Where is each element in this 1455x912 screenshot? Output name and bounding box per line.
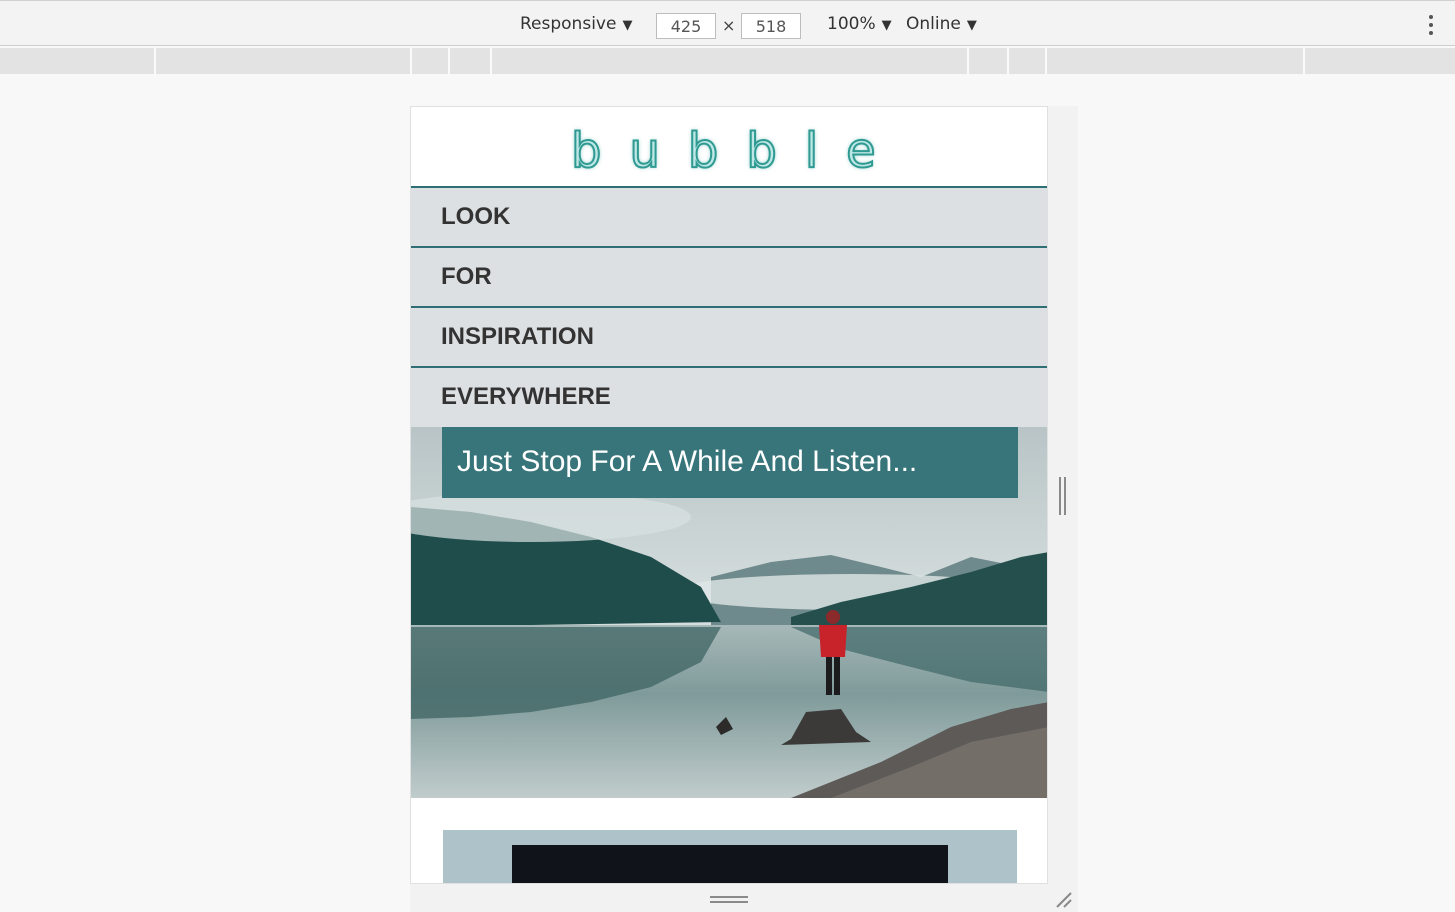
zoom-dropdown[interactable]: 100% ▼ xyxy=(827,14,892,34)
resize-handle-bottom[interactable] xyxy=(710,896,748,904)
chevron-down-icon: ▼ xyxy=(881,18,892,33)
resize-handle-right[interactable] xyxy=(1059,477,1067,515)
hero-caption: Just Stop For A While And Listen... xyxy=(442,427,1018,498)
media-query-segment[interactable] xyxy=(492,48,969,74)
network-label: Online xyxy=(906,14,961,34)
site-logo[interactable]: bubble xyxy=(570,122,904,180)
media-query-segment[interactable] xyxy=(1047,48,1305,74)
site-header: bubble xyxy=(411,107,1047,188)
media-query-segment[interactable] xyxy=(156,48,412,74)
nav-item-for[interactable]: FOR xyxy=(411,248,1047,308)
network-throttle-dropdown[interactable]: Online ▼ xyxy=(906,14,977,34)
resize-corner-icon[interactable] xyxy=(1053,889,1073,909)
device-viewport: bubble LOOK FOR INSPIRATION EVERYWHERE J… xyxy=(410,106,1048,884)
media-query-segment[interactable] xyxy=(969,48,1009,74)
chevron-down-icon: ▼ xyxy=(622,18,633,33)
media-query-segment[interactable] xyxy=(412,48,450,74)
device-toolbar: Responsive ▼ × 100% ▼ Online ▼ xyxy=(0,0,1455,46)
nav-item-look[interactable]: LOOK xyxy=(411,188,1047,248)
device-mode-label: Responsive xyxy=(520,14,617,34)
content-section xyxy=(443,830,1017,883)
media-query-segment[interactable] xyxy=(0,48,156,74)
height-input[interactable] xyxy=(741,13,801,39)
hero-section: Just Stop For A While And Listen... xyxy=(411,427,1047,798)
zoom-label: 100% xyxy=(827,14,876,34)
media-query-bar xyxy=(0,48,1455,74)
dimension-separator: × xyxy=(722,16,736,35)
width-input[interactable] xyxy=(656,13,716,39)
night-sky-image xyxy=(512,845,948,883)
more-options-icon[interactable] xyxy=(1424,15,1438,39)
device-mode-dropdown[interactable]: Responsive ▼ xyxy=(520,14,632,34)
media-query-segment[interactable] xyxy=(450,48,492,74)
nav-item-everywhere[interactable]: EVERYWHERE xyxy=(411,368,1047,427)
chevron-down-icon: ▼ xyxy=(966,18,977,33)
nav-item-inspiration[interactable]: INSPIRATION xyxy=(411,308,1047,368)
media-query-segment[interactable] xyxy=(1009,48,1047,74)
media-query-segment[interactable] xyxy=(1305,48,1455,74)
